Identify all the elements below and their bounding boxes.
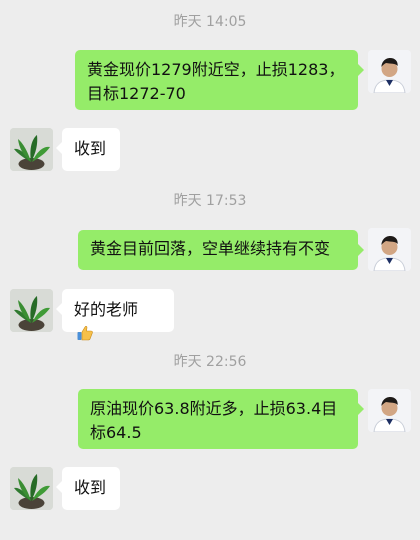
person-avatar-icon	[368, 228, 411, 271]
timestamp: 昨天 22:56	[173, 354, 247, 370]
message-line: 原油现价63.8附近多，止损63.4目	[90, 399, 338, 418]
thumbs-up-icon	[77, 326, 93, 341]
outgoing-message-bubble[interactable]: 黄金现价1279附近空，止损1283， 目标1272-70	[75, 50, 364, 110]
sender-avatar[interactable]	[368, 228, 411, 271]
incoming-message-bubble[interactable]: 收到	[56, 467, 120, 510]
sender-avatar[interactable]	[368, 389, 411, 432]
message-text: 收到	[74, 478, 107, 497]
receiver-avatar[interactable]	[10, 128, 53, 171]
timestamp: 昨天 17:53	[173, 193, 247, 209]
chat-message-list[interactable]: 昨天 14:05 黄金现价1279附近空，止损1283， 目标1272-70 收…	[0, 0, 420, 540]
incoming-message-bubble[interactable]: 收到	[56, 128, 120, 171]
person-avatar-icon	[368, 50, 411, 93]
person-avatar-icon	[368, 389, 411, 432]
message-line: 黄金现价1279附近空，止损1283，	[87, 60, 345, 79]
sender-avatar[interactable]	[368, 50, 411, 93]
message-line: 目标1272-70	[87, 84, 186, 103]
receiver-avatar[interactable]	[10, 467, 53, 510]
plant-avatar-icon	[10, 289, 53, 332]
receiver-avatar[interactable]	[10, 289, 53, 332]
message-text: 收到	[74, 139, 107, 158]
incoming-message-bubble[interactable]: 好的老师	[56, 289, 174, 341]
outgoing-message-bubble[interactable]: 原油现价63.8附近多，止损63.4目 标64.5	[78, 389, 364, 449]
outgoing-message-bubble[interactable]: 黄金目前回落，空单继续持有不变	[78, 230, 364, 270]
message-line: 黄金目前回落，空单继续持有不变	[90, 239, 331, 258]
timestamp: 昨天 14:05	[173, 14, 247, 30]
message-line: 标64.5	[90, 423, 142, 442]
plant-avatar-icon	[10, 467, 53, 510]
plant-avatar-icon	[10, 128, 53, 171]
message-text: 好的老师	[74, 300, 139, 319]
